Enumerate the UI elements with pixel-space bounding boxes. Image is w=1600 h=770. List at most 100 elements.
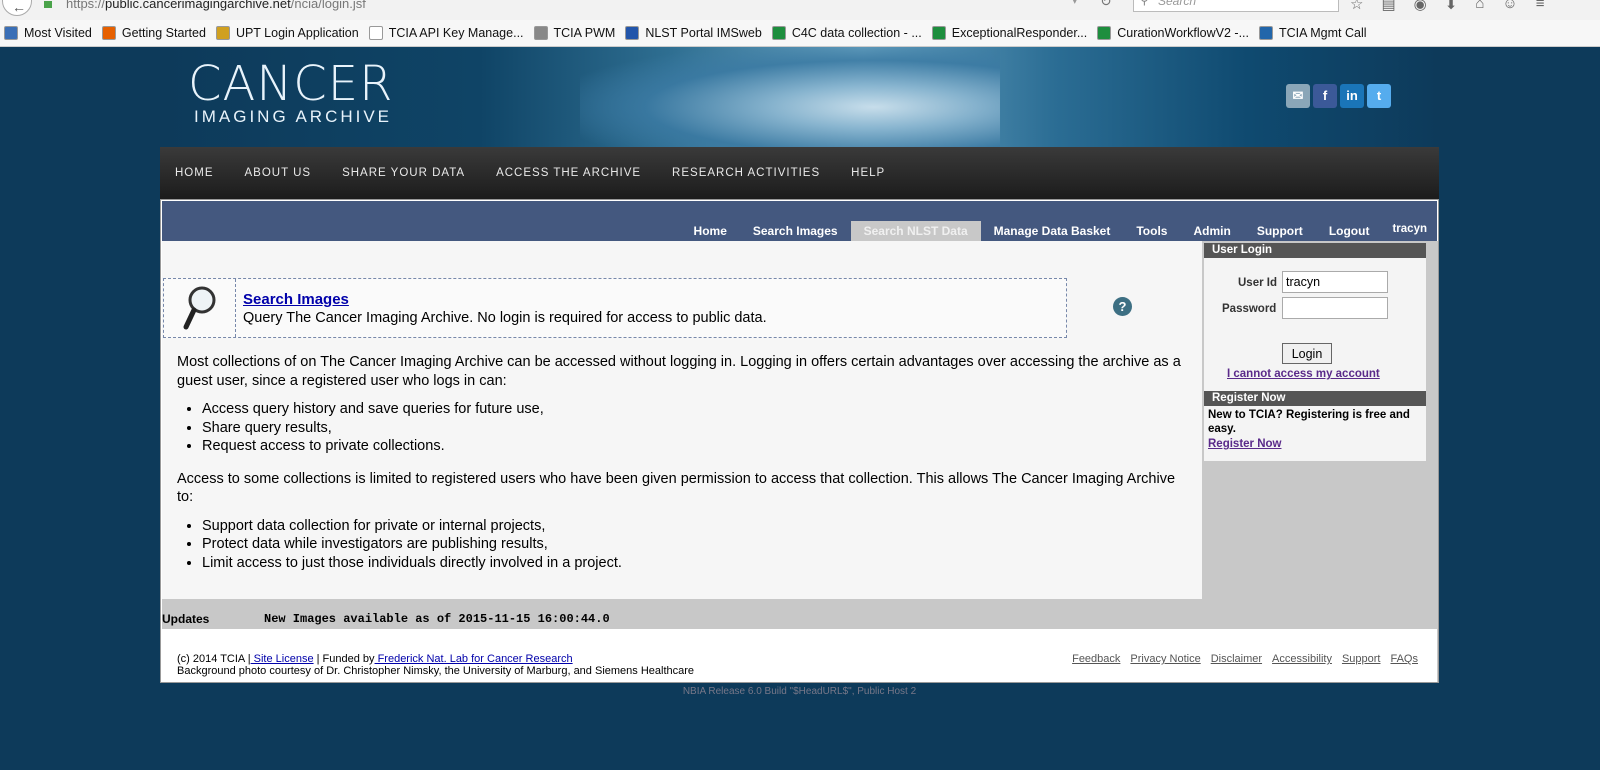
x-icon xyxy=(1259,26,1274,40)
logo-line2: IMAGING ARCHIVE xyxy=(194,107,393,126)
bookmark-item[interactable]: Getting Started xyxy=(101,26,206,40)
register-now-link[interactable]: Register Now xyxy=(1204,438,1426,450)
bookmark-item[interactable]: TCIA Mgmt Call xyxy=(1259,26,1367,40)
subnav-tab[interactable]: Support xyxy=(1244,221,1316,241)
release-info: NBIA Release 6.0 Build "$HeadURL$", Publ… xyxy=(682,686,917,697)
login-button[interactable]: Login xyxy=(1282,343,1332,364)
bookmark-label: UPT Login Application xyxy=(235,26,359,40)
footer-link[interactable]: Support xyxy=(1342,653,1381,665)
bookmark-item[interactable]: ExceptionalResponder... xyxy=(931,26,1088,40)
bookmark-label: TCIA Mgmt Call xyxy=(1279,26,1367,40)
bookmark-item[interactable]: Most Visited xyxy=(4,26,92,40)
browser-search-input[interactable]: ⚲ Search xyxy=(1133,0,1339,12)
footer-link[interactable]: Disclaimer xyxy=(1211,653,1262,665)
bookmark-label: Getting Started xyxy=(121,26,206,40)
login-info-text: Most collections of on The Cancer Imagin… xyxy=(177,353,1192,586)
bookmark-item[interactable]: TCIA PWM xyxy=(533,26,616,40)
list-item: Limit access to just those individuals d… xyxy=(202,554,1192,573)
facebook-icon[interactable]: f xyxy=(1313,84,1337,108)
footer-links: Feedback Privacy Notice Disclaimer Accessib… xyxy=(1072,653,1418,665)
subnav-tab[interactable]: Tools xyxy=(1123,221,1180,241)
info-paragraph-2: Access to some collections is limited to… xyxy=(177,470,1176,506)
main-nav-item[interactable]: ABOUT US xyxy=(245,167,312,179)
back-button[interactable]: ← xyxy=(2,0,32,16)
firefox-icon xyxy=(101,26,116,40)
userid-label: User Id xyxy=(1238,277,1277,289)
main-nav-item[interactable]: RESEARCH ACTIVITIES xyxy=(672,167,820,179)
bookmark-item[interactable]: TCIA API Key Manage... xyxy=(368,26,524,40)
twitter-icon[interactable]: t xyxy=(1367,84,1391,108)
bookmark-label: CurationWorkflowV2 -... xyxy=(1117,26,1250,40)
menu-icon[interactable]: ≡ xyxy=(1536,0,1545,13)
subnav-tab[interactable]: Search Images xyxy=(740,221,851,241)
reading-list-icon[interactable]: ▤ xyxy=(1381,0,1395,13)
userid-input[interactable] xyxy=(1282,271,1388,293)
footer-link[interactable]: Accessibility xyxy=(1272,653,1332,665)
bookmark-item[interactable]: UPT Login Application xyxy=(215,26,359,40)
list-item: Share query results, xyxy=(202,419,1192,438)
list-item: Access query history and save queries fo… xyxy=(202,400,1192,419)
app-subnav: Home Search Images Search NLST Data Manage … xyxy=(162,201,1437,241)
key-icon xyxy=(533,26,548,40)
fnl-link[interactable]: Frederick Nat. Lab for Cancer Research xyxy=(375,653,573,665)
copyright-text: (c) 2014 TCIA | xyxy=(177,653,251,665)
banner-photo xyxy=(580,47,1000,147)
bookmark-label: ExceptionalResponder... xyxy=(951,26,1088,40)
chat-icon[interactable]: ☺ xyxy=(1502,0,1517,13)
main-nav-item[interactable]: HELP xyxy=(851,167,885,179)
bookmark-item[interactable]: CurationWorkflowV2 -... xyxy=(1097,26,1249,40)
subnav-tab[interactable]: Home xyxy=(681,221,740,241)
download-icon[interactable]: ⬇ xyxy=(1445,0,1458,13)
list-item: Protect data while investigators are pub… xyxy=(202,535,1192,554)
bookmark-star-icon[interactable]: ☆ xyxy=(1350,0,1363,13)
sheet-icon xyxy=(931,26,946,40)
user-login-panel: User Login User Id Password Login I cann… xyxy=(1204,243,1426,391)
spinner-icon xyxy=(215,26,230,40)
updates-message: New Images available as of 2015-11-15 16… xyxy=(264,612,610,626)
subnav-tab[interactable]: Logout xyxy=(1316,221,1383,241)
footer-link[interactable]: Privacy Notice xyxy=(1130,653,1200,665)
footer-link[interactable]: Feedback xyxy=(1072,653,1120,665)
subnav-tab[interactable]: Search NLST Data xyxy=(850,221,981,241)
subnav-tab[interactable]: Manage Data Basket xyxy=(981,221,1124,241)
pocket-icon[interactable]: ◉ xyxy=(1414,0,1427,13)
footer-link[interactable]: FAQs xyxy=(1390,653,1418,665)
updates-label: Updates xyxy=(162,612,210,626)
help-icon[interactable]: ? xyxy=(1113,297,1132,316)
search-icon: ⚲ xyxy=(1140,0,1149,7)
register-header: Register Now xyxy=(1204,391,1426,406)
benefits-list: Access query history and save queries fo… xyxy=(202,400,1192,456)
cannot-access-link[interactable]: I cannot access my account xyxy=(1227,368,1380,380)
search-images-link[interactable]: Search Images xyxy=(243,291,349,308)
bookmark-label: C4C data collection - ... xyxy=(791,26,922,40)
site-banner: CANCER IMAGING ARCHIVE ✉ f in t xyxy=(160,47,1439,147)
reload-icon[interactable]: ↻ xyxy=(1100,0,1112,10)
url-bar[interactable]: https://public.cancerimagingarchive.net/… xyxy=(66,0,366,11)
sidebar: User Login User Id Password Login I cann… xyxy=(1202,241,1438,682)
search-images-icon-cell xyxy=(164,279,236,337)
email-icon[interactable]: ✉ xyxy=(1286,84,1310,108)
bookmark-item[interactable]: C4C data collection - ... xyxy=(771,26,922,40)
main-nav: HOME ABOUT US SHARE YOUR DATA ACCESS THE AR… xyxy=(160,147,1439,199)
bookmark-label: TCIA PWM xyxy=(553,26,616,40)
subnav-tab[interactable]: Admin xyxy=(1180,221,1243,241)
url-dropdown-icon[interactable]: ▾ xyxy=(1072,0,1078,7)
linkedin-icon[interactable]: in xyxy=(1340,84,1364,108)
home-icon[interactable]: ⌂ xyxy=(1475,0,1484,13)
bookmark-label: TCIA API Key Manage... xyxy=(388,26,524,40)
info-paragraph-1: Most collections of on The Cancer Imagin… xyxy=(177,354,1181,389)
main-nav-item[interactable]: SHARE YOUR DATA xyxy=(342,167,465,179)
main-nav-item[interactable]: ACCESS THE ARCHIVE xyxy=(496,167,641,179)
site-license-link[interactable]: Site License xyxy=(251,653,314,665)
main-panel: Search Images Query The Cancer Imaging A… xyxy=(162,241,1202,599)
main-nav-item[interactable]: HOME xyxy=(175,167,214,179)
logo-line1: CANCER xyxy=(188,56,394,112)
restrictions-list: Support data collection for private or i… xyxy=(202,517,1192,573)
back-arrow-icon: ← xyxy=(12,0,26,15)
register-panel: Register Now New to TCIA? Registering is… xyxy=(1204,391,1426,461)
password-input[interactable] xyxy=(1282,297,1388,319)
bookmark-item[interactable]: NLST Portal IMSweb xyxy=(625,26,762,40)
magnifier-icon xyxy=(183,286,216,330)
search-images-box: Search Images Query The Cancer Imaging A… xyxy=(163,278,1067,338)
tcia-logo[interactable]: CANCER IMAGING ARCHIVE xyxy=(188,56,394,127)
